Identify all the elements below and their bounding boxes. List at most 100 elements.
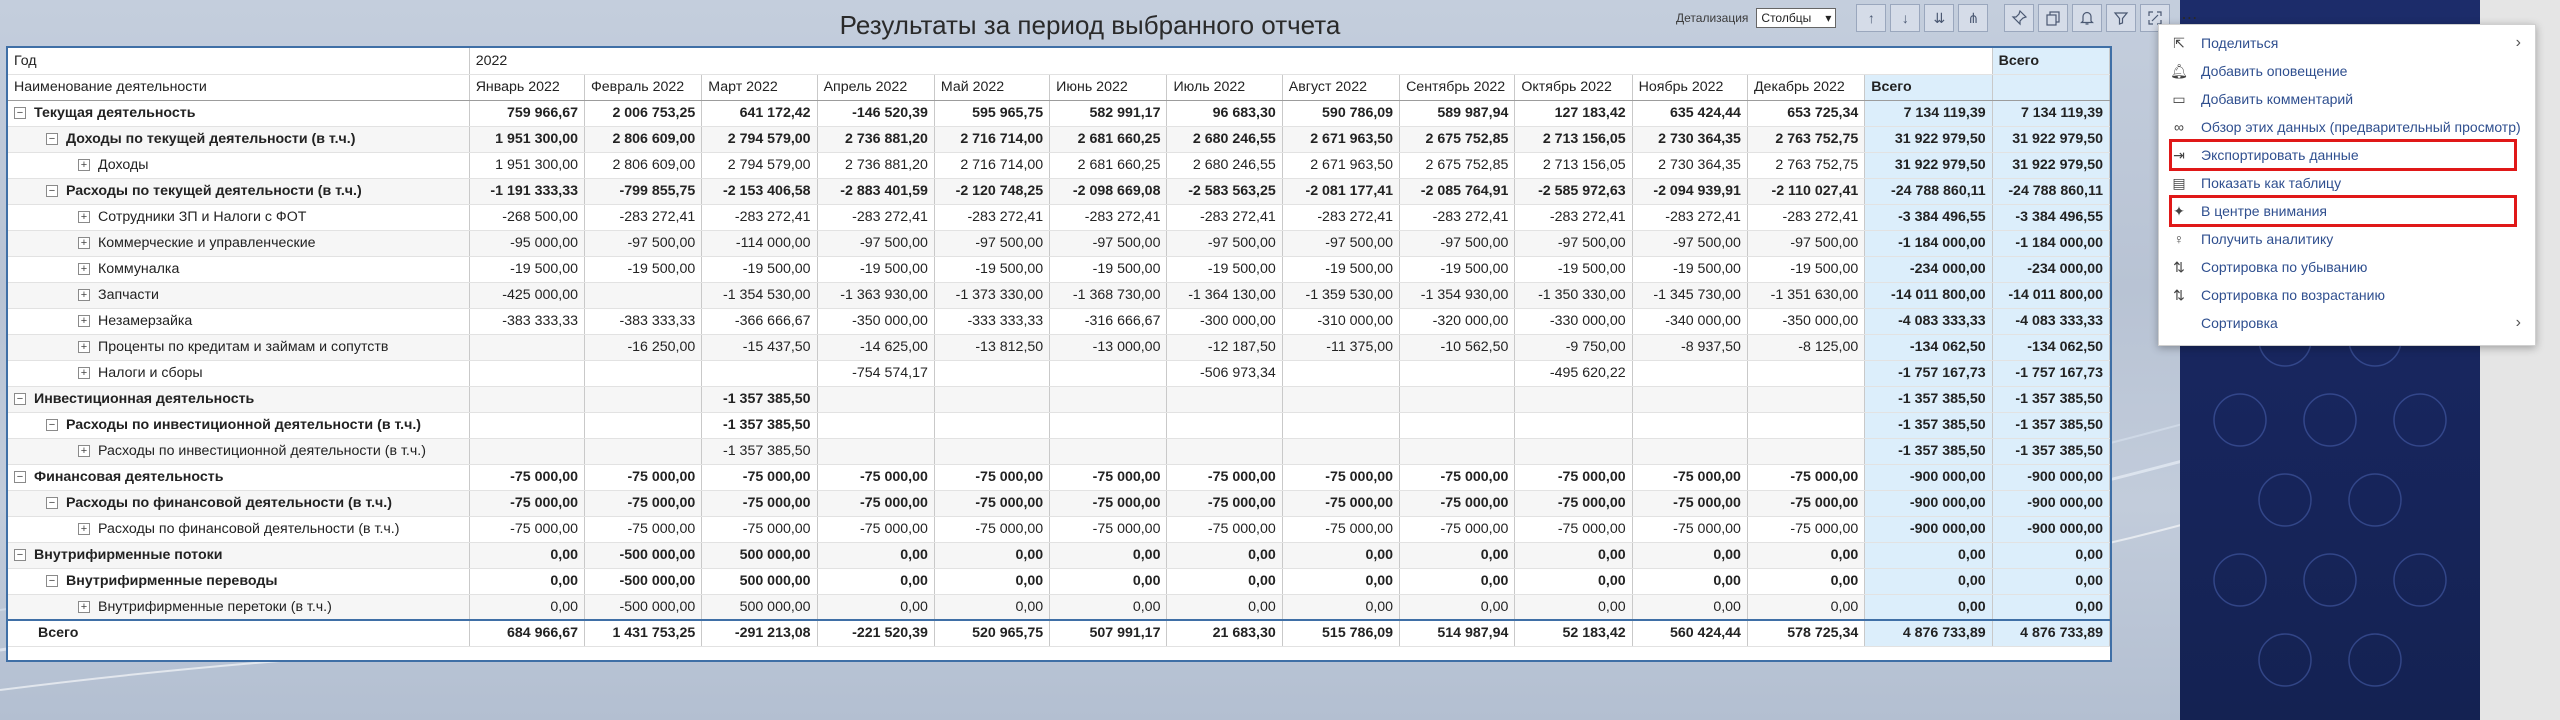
total-cell[interactable]: -4 083 333,33 [1864,308,1993,335]
value-cell[interactable]: 0,00 [1399,594,1516,621]
value-cell[interactable]: 2 763 752,75 [1747,126,1866,153]
value-cell[interactable]: -15 437,50 [701,334,818,361]
collapse-icon[interactable]: − [46,185,58,197]
value-cell[interactable]: -340 000,00 [1632,308,1748,335]
value-cell[interactable]: -19 500,00 [1399,256,1516,283]
total-cell[interactable]: -1 357 385,50 [1864,438,1993,465]
value-cell[interactable]: -75 000,00 [817,490,935,517]
value-cell[interactable] [1049,360,1168,387]
value-cell[interactable]: -12 187,50 [1166,334,1283,361]
table-row[interactable]: − Внутрифирменные переводы 0,00 -500 000,00… [8,568,2110,595]
value-cell[interactable]: -283 272,41 [1399,204,1516,231]
value-cell[interactable]: 2 680 246,55 [1166,152,1283,179]
menu-item[interactable]: ⇱ Поделиться › [2159,29,2535,57]
table-row[interactable]: + Расходы по инвестиционной деятельности … [8,438,2110,465]
value-cell[interactable]: -75 000,00 [584,464,703,491]
value-cell[interactable]: 578 725,34 [1747,619,1866,647]
value-cell[interactable] [1514,412,1633,439]
value-cell[interactable]: 0,00 [1632,568,1748,595]
value-cell[interactable]: 2 806 609,00 [584,126,703,153]
value-cell[interactable]: -19 500,00 [701,256,818,283]
value-cell[interactable] [1166,412,1283,439]
value-cell[interactable]: 2 736 881,20 [817,152,935,179]
value-cell[interactable]: -283 272,41 [1166,204,1283,231]
value-cell[interactable]: -75 000,00 [1632,464,1748,491]
value-cell[interactable]: -97 500,00 [1514,230,1633,257]
value-cell[interactable]: -75 000,00 [701,516,818,543]
value-cell[interactable]: 520 965,75 [934,619,1051,647]
value-cell[interactable]: -75 000,00 [701,464,818,491]
total-cell[interactable]: 4 876 733,89 [1864,619,1993,647]
value-cell[interactable]: 0,00 [1632,542,1748,569]
value-cell[interactable]: -11 375,00 [1282,334,1401,361]
value-cell[interactable]: -75 000,00 [1282,464,1401,491]
value-cell[interactable]: 0,00 [1049,594,1168,621]
value-cell[interactable]: -10 562,50 [1399,334,1516,361]
value-cell[interactable] [817,412,935,439]
value-cell[interactable]: 635 424,44 [1632,100,1748,127]
month-column-header[interactable]: Январь 2022 [469,74,585,101]
value-cell[interactable]: -350 000,00 [817,308,935,335]
value-cell[interactable]: 2 730 364,35 [1632,126,1748,153]
expand-icon[interactable]: + [78,237,90,249]
value-cell[interactable]: -75 000,00 [1747,516,1866,543]
value-cell[interactable]: -75 000,00 [584,516,703,543]
total-column-header[interactable]: Всего [1864,74,1993,101]
table-row[interactable]: − Внутрифирменные потоки 0,00 -500 000,00 50… [8,542,2110,569]
value-cell[interactable] [1166,438,1283,465]
value-cell[interactable] [1747,438,1866,465]
value-cell[interactable]: 52 183,42 [1514,619,1633,647]
value-cell[interactable]: -366 666,67 [701,308,818,335]
value-cell[interactable]: -75 000,00 [1399,490,1516,517]
value-cell[interactable]: -13 812,50 [934,334,1051,361]
value-cell[interactable]: -146 520,39 [817,100,935,127]
value-cell[interactable]: 0,00 [1747,542,1866,569]
value-cell[interactable]: -506 973,34 [1166,360,1283,387]
value-cell[interactable]: -97 500,00 [817,230,935,257]
value-cell[interactable]: -1 368 730,00 [1049,282,1168,309]
value-cell[interactable]: 595 965,75 [934,100,1051,127]
value-cell[interactable]: 2 681 660,25 [1049,126,1168,153]
value-cell[interactable] [1632,386,1748,413]
value-cell[interactable]: 582 991,17 [1049,100,1168,127]
collapse-icon[interactable]: − [46,497,58,509]
total-cell[interactable]: 7 134 119,39 [1992,100,2110,127]
month-column-header[interactable]: Сентябрь 2022 [1399,74,1516,101]
month-column-header[interactable]: Август 2022 [1282,74,1401,101]
value-cell[interactable]: -2 120 748,25 [934,178,1051,205]
value-cell[interactable] [934,360,1051,387]
value-cell[interactable]: 590 786,09 [1282,100,1401,127]
month-column-header[interactable]: Апрель 2022 [817,74,935,101]
value-cell[interactable]: -75 000,00 [934,490,1051,517]
total-cell[interactable]: 0,00 [1864,568,1993,595]
value-cell[interactable]: 2 713 156,05 [1514,126,1633,153]
total-cell[interactable]: -1 357 385,50 [1864,412,1993,439]
collapse-icon[interactable]: − [14,393,26,405]
total-cell[interactable]: -1 357 385,50 [1864,386,1993,413]
value-cell[interactable]: 2 671 963,50 [1282,152,1401,179]
month-column-header[interactable]: Февраль 2022 [584,74,703,101]
value-cell[interactable] [1747,386,1866,413]
value-cell[interactable]: -283 272,41 [701,204,818,231]
table-row[interactable]: + Сотрудники ЗП и Налоги с ФОТ -268 500,00… [8,204,2110,231]
value-cell[interactable]: -500 000,00 [584,594,703,621]
total-cell[interactable]: -24 788 860,11 [1992,178,2110,205]
expand-icon[interactable]: + [78,367,90,379]
total-cell[interactable]: 0,00 [1992,568,2110,595]
value-cell[interactable]: -75 000,00 [1632,490,1748,517]
collapse-icon[interactable]: − [14,471,26,483]
value-cell[interactable]: -8 125,00 [1747,334,1866,361]
month-column-header[interactable]: Май 2022 [934,74,1051,101]
value-cell[interactable]: -97 500,00 [1282,230,1401,257]
value-cell[interactable]: 2 671 963,50 [1282,126,1401,153]
total-cell[interactable]: -1 357 385,50 [1992,438,2110,465]
value-cell[interactable]: -330 000,00 [1514,308,1633,335]
menu-item[interactable]: ∞ Обзор этих данных (предварительный прос… [2159,113,2535,141]
value-cell[interactable]: 500 000,00 [701,594,818,621]
value-cell[interactable]: 500 000,00 [701,542,818,569]
value-cell[interactable]: -95 000,00 [469,230,585,257]
value-cell[interactable]: -799 855,75 [584,178,703,205]
total-cell[interactable]: -3 384 496,55 [1864,204,1993,231]
value-cell[interactable]: -75 000,00 [934,464,1051,491]
value-cell[interactable] [584,412,703,439]
